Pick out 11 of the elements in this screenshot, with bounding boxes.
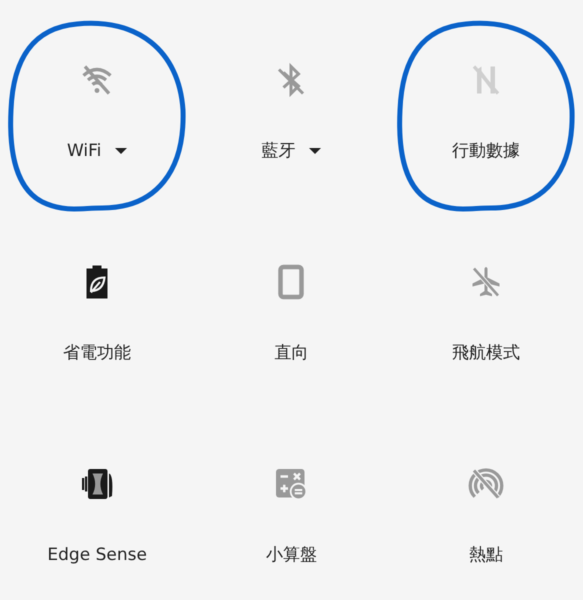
tile-label[interactable]: 藍牙 — [261, 140, 296, 162]
caret-icon[interactable] — [309, 147, 322, 155]
tile-label[interactable]: 直向 — [274, 342, 308, 364]
tile-label[interactable]: 熱點 — [468, 544, 503, 566]
tile-label[interactable]: WiFi — [66, 140, 102, 162]
tile-label[interactable]: 飛航模式 — [452, 342, 520, 364]
caret-icon[interactable] — [115, 147, 128, 155]
tile-label[interactable]: 省電功能 — [63, 342, 132, 364]
tile-label[interactable]: 小算盤 — [266, 544, 317, 566]
phone-squeeze-icon[interactable] — [79, 466, 116, 502]
tile-label[interactable]: Edge Sense — [47, 544, 147, 566]
